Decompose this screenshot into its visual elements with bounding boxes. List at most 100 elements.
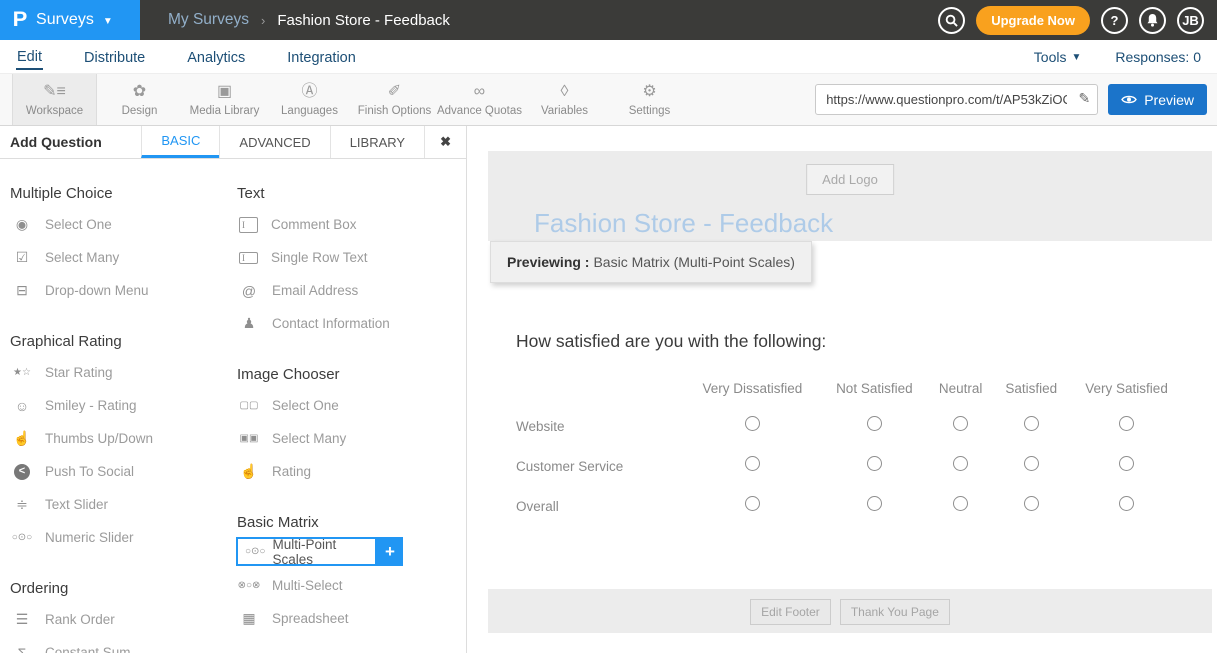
question-type-smiley-rating[interactable]: ☺Smiley - Rating [9,389,236,422]
matrix-row-label: Customer Service [516,446,684,486]
question-type-multi-point-scales[interactable]: ○⊙○Multi-Point Scales [236,537,377,566]
question-type-label: Smiley - Rating [45,398,137,413]
question-type-select-one[interactable]: ◉Select One [9,208,236,241]
matrix-cell [1069,406,1184,446]
toolbar-variables[interactable]: ◊Variables [522,74,607,125]
matrix-radio-button[interactable] [1024,416,1039,431]
matrix-radio-button[interactable] [1024,496,1039,511]
matrix-radio-button[interactable] [745,456,760,471]
question-type-label: Select One [272,398,339,413]
matrix-column-header: Neutral [928,369,993,406]
search-button[interactable] [938,7,965,34]
section-nav: Edit Distribute Analytics Integration Tools… [0,40,1217,73]
toolbar-design[interactable]: ✿Design [97,74,182,125]
question-type-label: Rating [272,464,311,479]
bell-icon [1146,13,1159,27]
gear-icon: ⚙ [642,82,656,101]
thank-you-page-button[interactable]: Thank You Page [840,599,950,625]
breadcrumb-my-surveys[interactable]: My Surveys [168,11,249,29]
question-type-drop-down-menu[interactable]: ⊟Drop-down Menu [9,274,236,307]
matrix-radio-button[interactable] [1024,456,1039,471]
add-logo-button[interactable]: Add Logo [806,164,894,195]
tab-advanced[interactable]: ADVANCED [219,126,329,158]
toolbar-languages[interactable]: ⒶLanguages [267,74,352,125]
chevron-down-icon: ▼ [103,16,113,27]
matrix-cell [684,486,821,526]
tag-icon: ◊ [561,82,569,101]
matrix-row: Website [516,406,1184,446]
question-type-thumbs-up-down[interactable]: ☝Thumbs Up/Down [9,422,236,455]
question-type-rating[interactable]: ☝Rating [236,455,463,488]
toolbar-media-library[interactable]: ▣Media Library [182,74,267,125]
question-type-rank-order[interactable]: ☰Rank Order [9,603,236,636]
breadcrumb: My Surveys › Fashion Store - Feedback [168,11,450,29]
question-type-select-one[interactable]: ▢▢Select One [236,389,463,422]
matrix-radio-button[interactable] [1119,456,1134,471]
user-avatar[interactable]: JB [1177,7,1204,34]
edit-footer-button[interactable]: Edit Footer [750,599,831,625]
close-panel-button[interactable]: ✖ [424,126,466,158]
tab-library[interactable]: LIBRARY [330,126,424,158]
toolbar-advance-quotas[interactable]: ∞Advance Quotas [437,74,522,125]
survey-url-input[interactable] [815,84,1098,115]
toolbar-finish-options[interactable]: ✐Finish Options [352,74,437,125]
toolbar-label: Workspace [26,105,83,117]
nav-item-integration[interactable]: Integration [286,45,357,69]
question-type-email-address[interactable]: @Email Address [236,274,463,307]
single-row-icon: I [239,252,258,264]
tab-basic[interactable]: BASIC [141,126,219,158]
upgrade-now-button[interactable]: Upgrade Now [976,6,1090,35]
star-icon: ★☆ [9,367,35,378]
nav-item-edit[interactable]: Edit [16,44,43,70]
question-type-select-many[interactable]: ▣▣Select Many [236,422,463,455]
matrix-cell [928,406,993,446]
matrix-radio-button[interactable] [953,416,968,431]
question-type-contact-information[interactable]: ♟Contact Information [236,307,463,340]
matrix-radio-button[interactable] [953,496,968,511]
selected-question-type-row: ○⊙○Multi-Point Scales+ [236,537,463,566]
matrix-radio-button[interactable] [1119,416,1134,431]
matrix-cell [684,446,821,486]
edit-url-icon[interactable]: ✎ [1078,90,1090,107]
matrix-radio-button[interactable] [745,496,760,511]
question-type-numeric-slider[interactable]: ○⊙○Numeric Slider [9,521,236,554]
question-type-comment-box[interactable]: IComment Box [236,208,463,241]
question-type-multi-select[interactable]: ⊗○⊗Multi-Select [236,569,463,602]
question-type-select-many[interactable]: ☑Select Many [9,241,236,274]
nav-item-distribute[interactable]: Distribute [83,45,146,69]
matrix-radio-button[interactable] [867,496,882,511]
survey-card: Add Logo Fashion Store - Feedback Previe… [488,151,1212,633]
matrix-cell [684,406,821,446]
matrix-cell [821,486,928,526]
question-type-push-to-social[interactable]: <Push To Social [9,455,236,488]
matrix-radio-button[interactable] [867,456,882,471]
nav-item-analytics[interactable]: Analytics [186,45,246,69]
toolbar-workspace[interactable]: ✎≡Workspace [12,74,97,125]
matrix-radio-button[interactable] [953,456,968,471]
question-text: How satisfied are you with the following… [516,331,826,352]
question-type-single-row-text[interactable]: ISingle Row Text [236,241,463,274]
matrix-radio-button[interactable] [1119,496,1134,511]
section-header-graphical-rating: Graphical Rating [10,333,236,350]
preview-button[interactable]: Preview [1108,84,1207,115]
surveys-menu[interactable]: P Surveys ▼ [0,0,140,40]
chain-icon: ∞ [474,82,485,101]
add-question-button[interactable]: + [377,537,403,566]
notifications-button[interactable] [1139,7,1166,34]
matrix-radio-button[interactable] [745,416,760,431]
question-type-text-slider[interactable]: ≑Text Slider [9,488,236,521]
toolbar-settings[interactable]: ⚙Settings [607,74,692,125]
question-type-label: Email Address [272,283,358,298]
media-icon: ▣ [217,82,232,101]
question-type-constant-sum[interactable]: ΣConstant Sum [9,636,236,653]
responses-count[interactable]: Responses: 0 [1115,49,1201,65]
tools-menu[interactable]: Tools ▼ [1034,49,1082,65]
question-type-label: Constant Sum [45,645,131,653]
help-button[interactable]: ? [1101,7,1128,34]
question-type-star-rating[interactable]: ★☆Star Rating [9,356,236,389]
eye-icon [1121,94,1137,105]
top-bar: P Surveys ▼ My Surveys › Fashion Store -… [0,0,1217,40]
question-type-label: Spreadsheet [272,611,349,626]
question-type-spreadsheet[interactable]: ▦Spreadsheet [236,602,463,635]
matrix-radio-button[interactable] [867,416,882,431]
